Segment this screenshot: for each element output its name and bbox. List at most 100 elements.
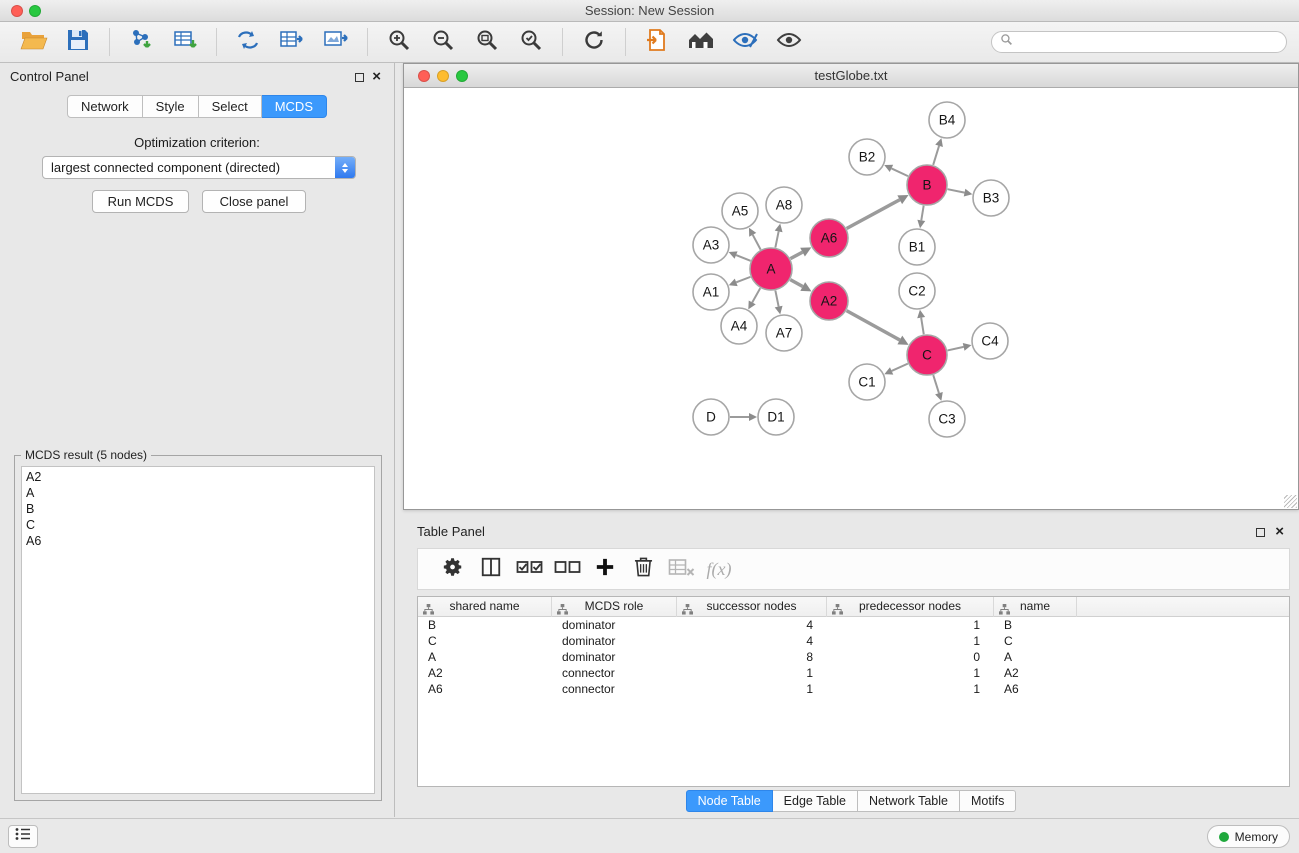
graph-node-A2[interactable]: A2: [810, 282, 848, 320]
add-column-button[interactable]: [586, 552, 624, 586]
zoom-selected-button[interactable]: [515, 26, 547, 58]
tab-style[interactable]: Style: [143, 95, 199, 118]
export-image-button[interactable]: [320, 26, 352, 58]
network-canvas[interactable]: AA1A2A3A4A5A6A7A8BB1B2B3B4CC1C2C3C4DD1: [404, 88, 1298, 509]
graph-node-B[interactable]: B: [907, 165, 947, 205]
network-window-titlebar[interactable]: testGlobe.txt: [404, 64, 1298, 88]
graph-node-B2[interactable]: B2: [849, 139, 885, 175]
graph-node-C[interactable]: C: [907, 335, 947, 375]
zoom-fit-button[interactable]: [471, 26, 503, 58]
graph-edge-A-A5[interactable]: [753, 235, 761, 250]
close-window-button[interactable]: [11, 5, 23, 17]
graph-node-A3[interactable]: A3: [693, 227, 729, 263]
export-network-button[interactable]: [232, 26, 264, 58]
graph-node-B3[interactable]: B3: [973, 180, 1009, 216]
task-history-button[interactable]: [8, 825, 38, 848]
save-session-button[interactable]: [62, 26, 94, 58]
delete-table-button[interactable]: [662, 552, 700, 586]
graph-edge-A-A1[interactable]: [736, 277, 750, 282]
graph-node-C3[interactable]: C3: [929, 401, 965, 437]
style-preview-button[interactable]: [729, 26, 761, 58]
column-header-shared-name[interactable]: shared name: [418, 597, 552, 617]
table-cell[interactable]: 1: [677, 665, 827, 681]
show-hide-button[interactable]: [773, 26, 805, 58]
table-cell[interactable]: 0: [827, 649, 994, 665]
column-header-predecessor-nodes[interactable]: predecessor nodes: [827, 597, 994, 617]
result-item[interactable]: A2: [22, 469, 374, 485]
graph-node-C4[interactable]: C4: [972, 323, 1008, 359]
network-zoom-button[interactable]: [456, 70, 468, 82]
graph-edge-B-B3[interactable]: [948, 189, 965, 192]
import-table-button[interactable]: [169, 26, 201, 58]
table-cell[interactable]: 1: [827, 633, 994, 649]
result-item[interactable]: A6: [22, 533, 374, 549]
graph-edge-B-B1[interactable]: [921, 206, 923, 221]
graph-node-A4[interactable]: A4: [721, 308, 757, 344]
table-row[interactable]: A6connector11A6: [418, 681, 1289, 697]
graph-node-A1[interactable]: A1: [693, 274, 729, 310]
resize-grip[interactable]: [1284, 495, 1297, 508]
zoom-window-button[interactable]: [29, 5, 41, 17]
table-cell[interactable]: C: [418, 633, 552, 649]
zoom-out-button[interactable]: [427, 26, 459, 58]
optimization-dropdown[interactable]: largest connected component (directed): [42, 156, 356, 179]
close-panel-icon[interactable]: ×: [372, 68, 381, 86]
graph-edge-B-B4[interactable]: [933, 146, 939, 165]
table-row[interactable]: Bdominator41B: [418, 617, 1289, 633]
graph-node-B1[interactable]: B1: [899, 229, 935, 265]
graph-node-D1[interactable]: D1: [758, 399, 794, 435]
table-cell[interactable]: A: [994, 649, 1077, 665]
table-cell[interactable]: 1: [827, 617, 994, 633]
graph-edge-A2-C[interactable]: [847, 311, 900, 340]
table-cell[interactable]: A6: [994, 681, 1077, 697]
graph-edge-A-A8[interactable]: [775, 231, 778, 247]
graph-node-C2[interactable]: C2: [899, 273, 935, 309]
table-row[interactable]: Adominator80A: [418, 649, 1289, 665]
table-cell[interactable]: connector: [552, 665, 677, 681]
table-cell[interactable]: 1: [677, 681, 827, 697]
deselect-all-button[interactable]: [548, 552, 586, 586]
graph-node-A[interactable]: A: [750, 248, 792, 290]
toolbar-search[interactable]: [991, 31, 1287, 53]
ndex-button[interactable]: [685, 26, 717, 58]
table-cell[interactable]: A2: [994, 665, 1077, 681]
column-header-name[interactable]: name: [994, 597, 1077, 617]
float-panel-icon[interactable]: [355, 73, 364, 82]
export-table-button[interactable]: [276, 26, 308, 58]
graph-edge-A-A4[interactable]: [752, 288, 760, 302]
tab-mcds[interactable]: MCDS: [262, 95, 327, 118]
table-cell[interactable]: A6: [418, 681, 552, 697]
tab-select[interactable]: Select: [199, 95, 262, 118]
select-all-button[interactable]: [510, 552, 548, 586]
function-builder-button[interactable]: f(x): [700, 552, 738, 586]
zoom-in-button[interactable]: [383, 26, 415, 58]
close-panel-icon[interactable]: ×: [1275, 523, 1284, 541]
tab-network[interactable]: Network: [67, 95, 143, 118]
table-cell[interactable]: A2: [418, 665, 552, 681]
graph-edge-A-A2[interactable]: [790, 280, 802, 287]
table-cell[interactable]: dominator: [552, 649, 677, 665]
table-cell[interactable]: C: [994, 633, 1077, 649]
graph-node-C1[interactable]: C1: [849, 364, 885, 400]
import-network-button[interactable]: [125, 26, 157, 58]
table-row[interactable]: A2connector11A2: [418, 665, 1289, 681]
table-cell[interactable]: connector: [552, 681, 677, 697]
search-input[interactable]: [1018, 35, 1278, 49]
graph-edge-C-C3[interactable]: [933, 375, 939, 393]
table-cell[interactable]: 4: [677, 617, 827, 633]
graph-node-A7[interactable]: A7: [766, 315, 802, 351]
graph-edge-B-B2[interactable]: [891, 168, 908, 176]
tab-network-table[interactable]: Network Table: [858, 790, 960, 812]
network-close-button[interactable]: [418, 70, 430, 82]
graph-node-A8[interactable]: A8: [766, 187, 802, 223]
memory-button[interactable]: Memory: [1207, 825, 1290, 848]
table-cell[interactable]: 1: [827, 681, 994, 697]
table-row[interactable]: Cdominator41C: [418, 633, 1289, 649]
float-panel-icon[interactable]: [1256, 528, 1265, 537]
graph-edge-A-A3[interactable]: [736, 255, 751, 261]
result-item[interactable]: C: [22, 517, 374, 533]
tab-edge-table[interactable]: Edge Table: [773, 790, 858, 812]
tab-motifs[interactable]: Motifs: [960, 790, 1016, 812]
delete-column-button[interactable]: [624, 552, 662, 586]
result-item[interactable]: A: [22, 485, 374, 501]
